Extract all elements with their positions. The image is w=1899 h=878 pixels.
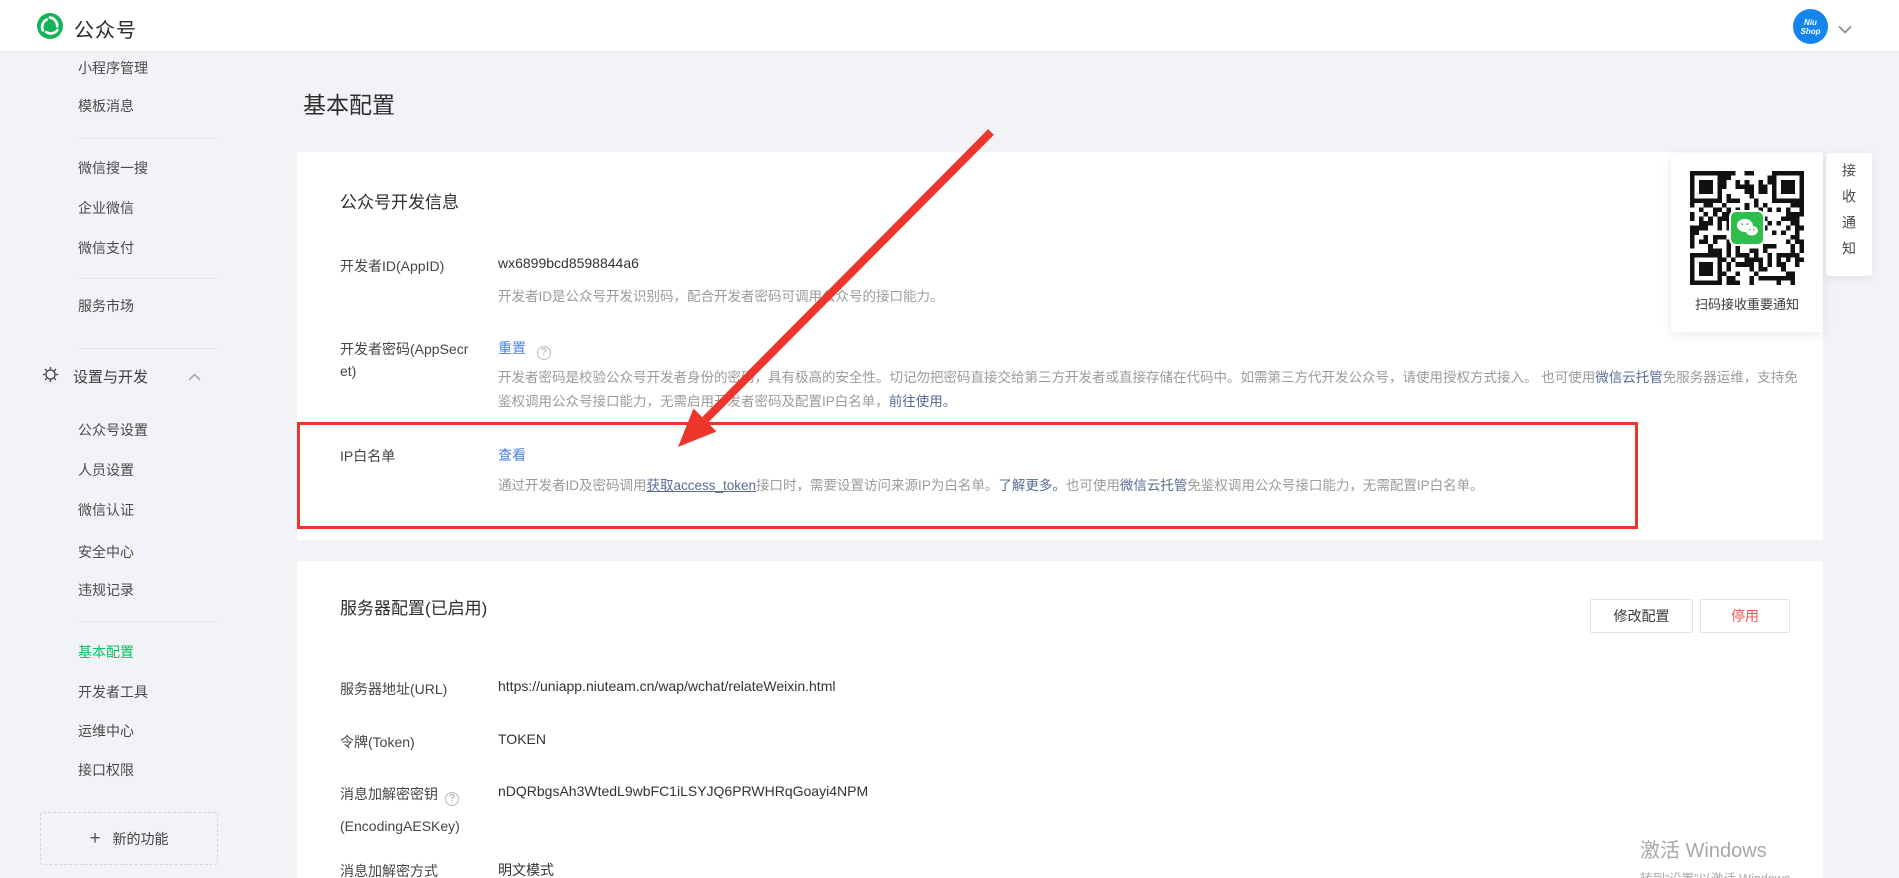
sidebar-section-settings-dev[interactable]: 设置与开发 — [42, 366, 201, 387]
sidebar-item-search[interactable]: 微信搜一搜 — [78, 158, 148, 178]
sidebar-section-label: 设置与开发 — [73, 366, 148, 387]
disable-button[interactable]: 停用 — [1700, 599, 1790, 633]
help-icon[interactable]: ? — [537, 346, 551, 360]
sidebar-divider — [78, 621, 218, 622]
wechat-icon — [1729, 210, 1765, 246]
go-use-link[interactable]: 前往使用。 — [889, 394, 957, 409]
sidebar-item-basic-config[interactable]: 基本配置 — [78, 642, 134, 662]
token-value: TOKEN — [498, 731, 546, 747]
qr-caption: 扫码接收重要通知 — [1695, 294, 1799, 313]
sidebar-item-wechat-verify[interactable]: 微信认证 — [78, 500, 134, 520]
appid-desc: 开发者ID是公众号开发识别码，配合开发者密码可调用公众号的接口能力。 — [498, 285, 944, 309]
server-config-title: 服务器配置(已启用) — [340, 594, 487, 619]
chevron-up-icon[interactable] — [188, 368, 201, 385]
qr-code — [1690, 171, 1804, 285]
developer-info-title: 公众号开发信息 — [340, 188, 459, 213]
watermark-line1: 激活 Windows — [1640, 834, 1803, 863]
server-config-card: 服务器配置(已启用) 修改配置 停用 服务器地址(URL) https://un… — [297, 561, 1823, 878]
windows-activation-watermark: 激活 Windows 转到“设置”以激活 Windows。 — [1640, 834, 1803, 878]
ip-desc-text: 接口时，需要设置访问来源IP为白名单。 — [756, 478, 998, 493]
appid-value: wx6899bcd8598844a6 — [498, 255, 639, 271]
sidebar-divider — [78, 348, 218, 349]
avatar-text-line2: Shop — [1801, 27, 1821, 36]
sidebar-item-miniprogram[interactable]: 小程序管理 — [78, 58, 148, 78]
help-icon[interactable]: ? — [445, 792, 459, 806]
sidebar-item-ops-center[interactable]: 运维中心 — [78, 721, 134, 741]
notification-qr-card: 扫码接收重要通知 — [1671, 154, 1823, 332]
sidebar-item-account-settings[interactable]: 公众号设置 — [78, 420, 148, 440]
modify-config-button[interactable]: 修改配置 — [1590, 599, 1693, 633]
appsecret-actions: 重置 ? — [498, 338, 551, 360]
token-label: 令牌(Token) — [340, 731, 415, 753]
aeskey-label: 消息加解密密钥? (EncodingAESKey) — [340, 783, 460, 837]
get-access-token-link[interactable]: 获取access_token — [647, 478, 757, 493]
encrypt-mode-value: 明文模式 — [498, 860, 554, 878]
new-feature-label: 新的功能 — [113, 829, 169, 849]
ip-whitelist-desc: 通过开发者ID及密码调用获取access_token接口时，需要设置访问来源IP… — [498, 474, 1798, 498]
ip-desc-text: 免鉴权调用公众号接口能力，无需配置IP白名单。 — [1187, 478, 1483, 493]
receive-notification-label: 接收通知 — [1839, 163, 1859, 267]
sidebar-divider — [78, 278, 218, 279]
watermark-line2: 转到“设置”以激活 Windows。 — [1640, 868, 1803, 878]
new-feature-button[interactable]: + 新的功能 — [40, 812, 218, 865]
sidebar-item-violation-record[interactable]: 违规记录 — [78, 580, 134, 600]
chevron-down-icon[interactable] — [1838, 21, 1852, 39]
sidebar-item-template-msg[interactable]: 模板消息 — [78, 96, 134, 116]
top-navbar: 公众号 Niu Shop — [0, 0, 1899, 52]
ip-whitelist-actions: 查看 — [498, 445, 526, 465]
appsecret-label: 开发者密码(AppSecret) — [340, 338, 472, 382]
brand: 公众号 — [36, 12, 137, 45]
account-avatar[interactable]: Niu Shop — [1793, 9, 1828, 44]
aeskey-label-text: 消息加解密密钥 — [340, 786, 438, 802]
ip-desc-text: 通过开发者ID及密码调用 — [498, 478, 647, 493]
sidebar-item-staff-settings[interactable]: 人员设置 — [78, 460, 134, 480]
aeskey-value: nDQRbgsAh3WtedL9wbFC1iLSYJQ6PRWHRqGoayi4… — [498, 783, 868, 799]
learn-more-link[interactable]: 了解更多。 — [998, 478, 1066, 493]
gear-icon — [42, 366, 59, 387]
cloud-hosting-link[interactable]: 微信云托管 — [1120, 478, 1188, 493]
ip-desc-text: 也可使用 — [1066, 478, 1120, 493]
appid-label: 开发者ID(AppID) — [340, 255, 444, 277]
sidebar-item-wecom[interactable]: 企业微信 — [78, 198, 134, 218]
avatar-text-line1: Niu — [1804, 18, 1817, 27]
wechat-official-logo-icon — [36, 12, 64, 45]
developer-info-card: 公众号开发信息 开发者ID(AppID) wx6899bcd8598844a6 … — [297, 152, 1823, 540]
sidebar-item-service-market[interactable]: 服务市场 — [78, 296, 134, 316]
cloud-hosting-link[interactable]: 微信云托管 — [1595, 370, 1663, 385]
page-title: 基本配置 — [303, 86, 395, 120]
sidebar-divider — [78, 138, 218, 139]
sidebar-item-api-permission[interactable]: 接口权限 — [78, 760, 134, 780]
receive-notification-tab[interactable]: 接收通知 — [1826, 153, 1872, 276]
server-url-label: 服务器地址(URL) — [340, 678, 447, 700]
aeskey-label-line2: (EncodingAESKey) — [340, 815, 460, 837]
view-ip-whitelist-link[interactable]: 查看 — [498, 447, 526, 463]
encrypt-mode-label: 消息加解密方式 — [340, 860, 438, 878]
sidebar-item-wepay[interactable]: 微信支付 — [78, 238, 134, 258]
brand-name: 公众号 — [74, 14, 137, 43]
appsecret-desc-text: 开发者密码是校验公众号开发者身份的密码，具有极高的安全性。切记勿把密码直接交给第… — [498, 370, 1595, 385]
sidebar-item-dev-tools[interactable]: 开发者工具 — [78, 682, 148, 702]
plus-icon: + — [89, 828, 100, 850]
reset-appsecret-link[interactable]: 重置 — [498, 340, 526, 356]
sidebar-item-security-center[interactable]: 安全中心 — [78, 542, 134, 562]
appsecret-desc: 开发者密码是校验公众号开发者身份的密码，具有极高的安全性。切记勿把密码直接交给第… — [498, 366, 1798, 414]
server-url-value: https://uniapp.niuteam.cn/wap/wchat/rela… — [498, 678, 835, 694]
ip-whitelist-label: IP白名单 — [340, 445, 395, 467]
app-root: 公众号 Niu Shop 小程序管理 模板消息 微信搜一搜 企业微信 微信支付 … — [0, 0, 1899, 878]
